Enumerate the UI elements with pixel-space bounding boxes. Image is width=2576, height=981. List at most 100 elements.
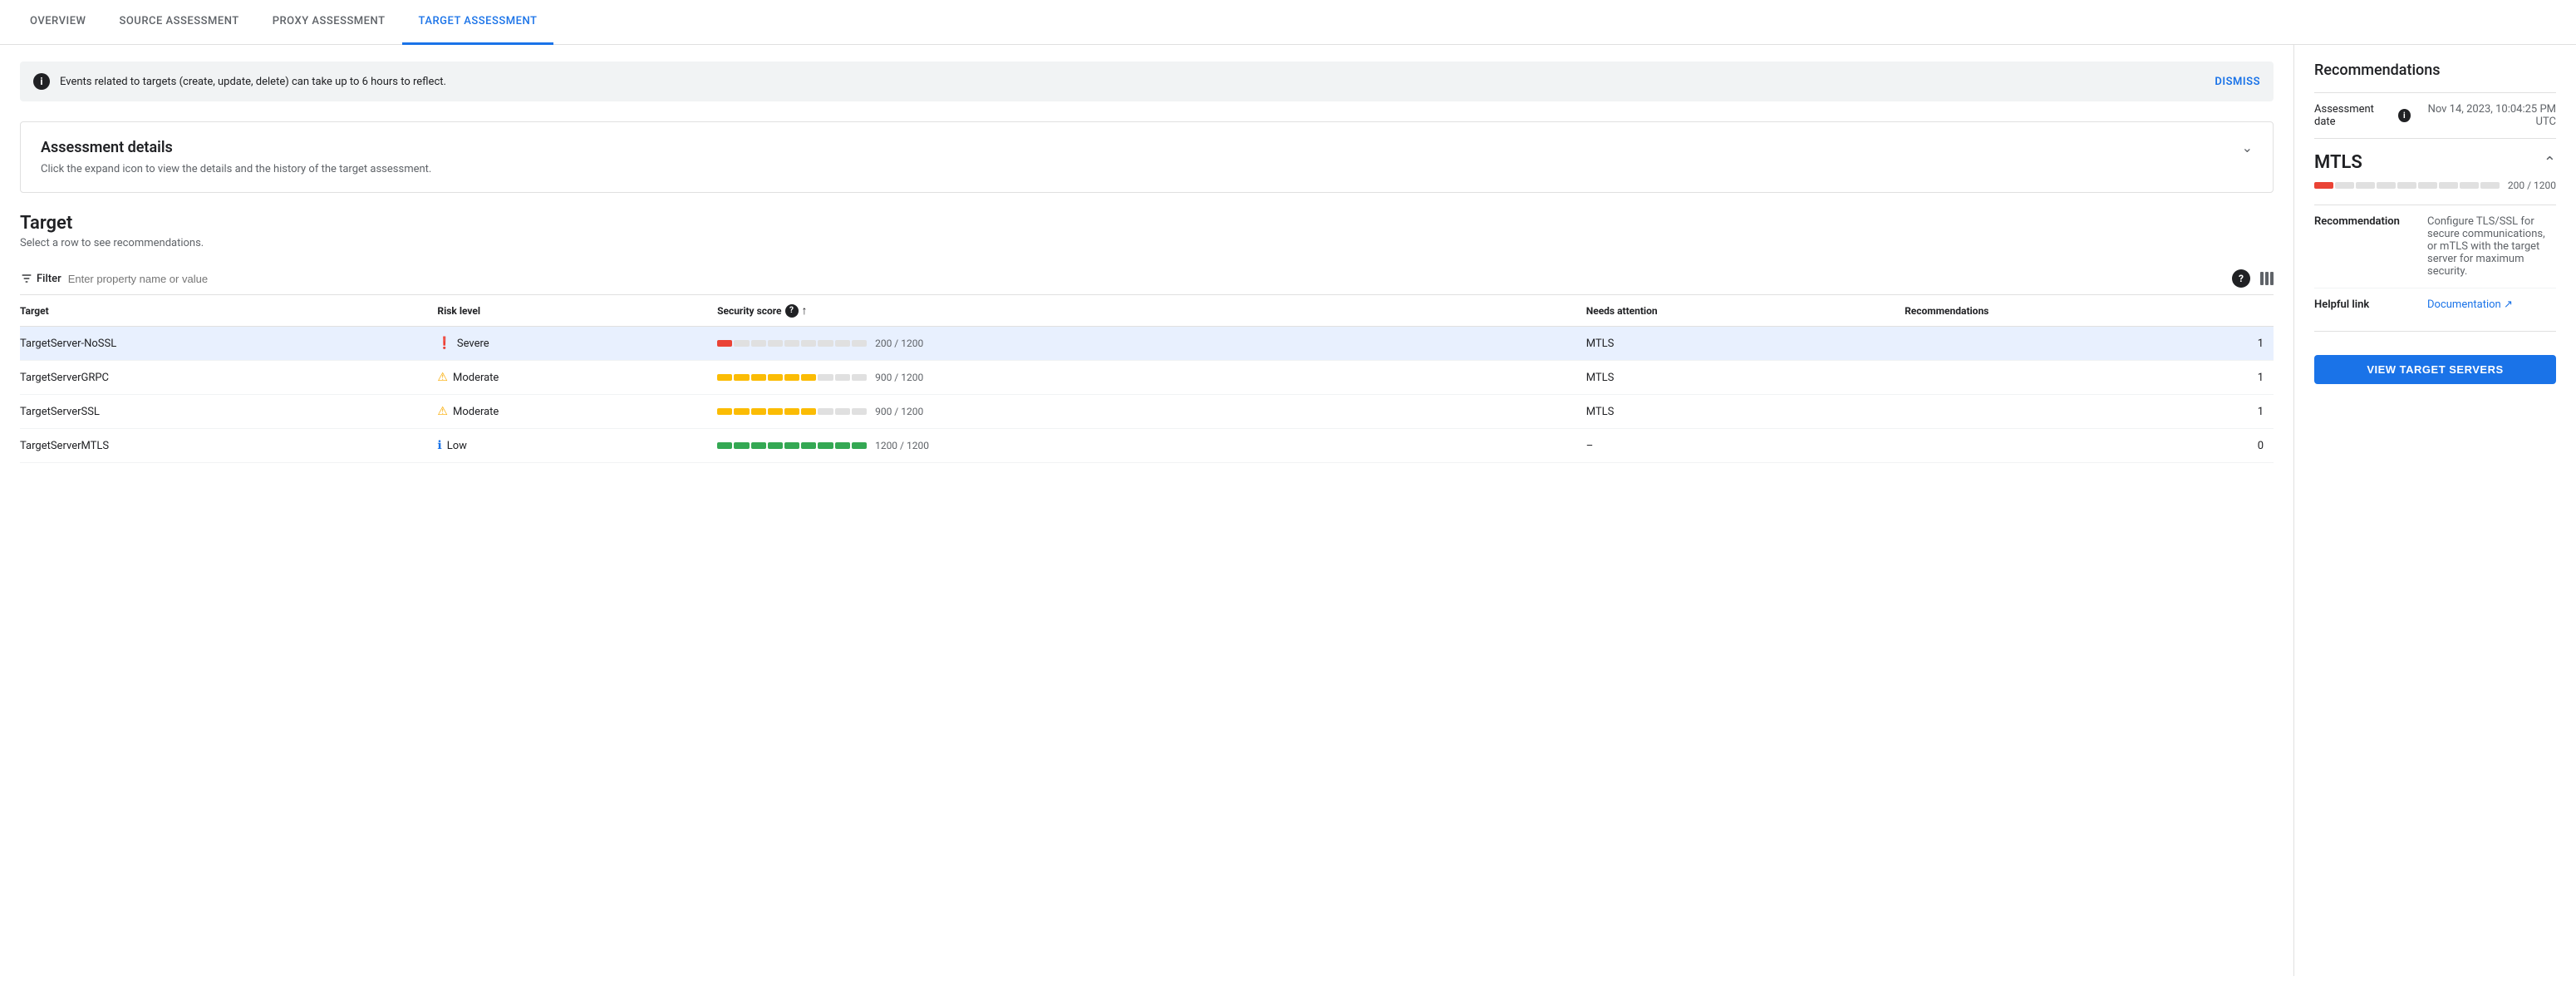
filter-icon [20,272,33,285]
score-segment [768,340,783,347]
sort-icon[interactable]: ↑ [802,303,808,318]
mtls-bar-segment [2460,182,2479,189]
mtls-bar-segment [2377,182,2396,189]
risk-icon: ❗ [437,337,451,350]
documentation-link[interactable]: Documentation ↗ [2427,298,2513,311]
cell-needs-attention: – [1586,429,1905,463]
score-segment [751,374,766,381]
mtls-bar-segment [2397,182,2416,189]
filter-right-icons: ? [2232,269,2274,288]
recommendation-value: Configure TLS/SSL for secure communicati… [2427,215,2556,278]
target-section: Target Select a row to see recommendatio… [20,213,2274,463]
risk-icon: ⚠ [437,371,448,384]
assessment-details-title: Assessment details [41,139,173,156]
cell-needs-attention: MTLS [1586,361,1905,395]
score-segment [818,340,833,347]
score-segment [768,408,783,415]
help-icon[interactable]: ? [2232,269,2250,288]
score-segment [801,408,816,415]
score-segment [717,374,732,381]
tab-target-assessment[interactable]: TARGET ASSESSMENT [402,0,554,45]
assessment-date-value: Nov 14, 2023, 10:04:25 PM UTC [2411,103,2556,128]
cell-recommendations: 1 [1905,327,2274,361]
score-segment [784,374,799,381]
table-row[interactable]: TargetServer-NoSSL ❗ Severe 200 / 1200 M… [20,327,2274,361]
risk-label: Moderate [453,372,499,384]
target-section-title: Target [20,213,2274,234]
recommendation-row: Recommendation Configure TLS/SSL for sec… [2314,215,2556,288]
col-recommendations: Recommendations [1905,295,2274,327]
score-segment [751,442,766,449]
cell-risk: ❗ Severe [437,327,717,361]
risk-icon: ⚠ [437,405,448,418]
target-section-subtitle: Select a row to see recommendations. [20,237,2274,249]
score-segment [818,374,833,381]
assessment-details-header[interactable]: Assessment details ⌄ [41,139,2253,156]
score-segment [801,374,816,381]
score-segment [717,340,732,347]
banner-text: Events related to targets (create, updat… [60,76,2205,88]
score-segment [801,340,816,347]
table-row[interactable]: TargetServerSSL ⚠ Moderate 900 / 1200 MT… [20,395,2274,429]
score-segment [717,408,732,415]
score-text: 900 / 1200 [875,372,923,383]
score-segment [784,408,799,415]
collapse-icon[interactable]: ⌃ [2544,154,2556,171]
score-segment [852,442,867,449]
cell-score: 200 / 1200 [717,327,1586,361]
score-segment [734,442,749,449]
mtls-bar-segment [2439,182,2458,189]
dismiss-button[interactable]: DISMISS [2215,76,2260,88]
risk-label: Moderate [453,406,499,418]
right-sidebar: Recommendations Assessment date i Nov 14… [2293,45,2576,976]
cell-recommendations: 1 [1905,395,2274,429]
assessment-date-help-icon[interactable]: i [2398,109,2411,122]
columns-icon[interactable] [2260,272,2274,285]
helpful-link-label: Helpful link [2314,298,2414,311]
mtls-title: MTLS [2314,152,2362,173]
cell-needs-attention: MTLS [1586,327,1905,361]
filter-label-group: Filter [20,272,61,285]
cell-needs-attention: MTLS [1586,395,1905,429]
mtls-section: MTLS ⌃ 200 / 1200 Recommendation Configu… [2314,152,2556,321]
cell-target: TargetServerGRPC [20,361,437,395]
tab-proxy-assessment[interactable]: PROXY ASSESSMENT [256,0,402,45]
score-segment [818,408,833,415]
target-table: Target Risk level Security score ? ↑ Nee… [20,295,2274,463]
cell-target: TargetServerSSL [20,395,437,429]
score-segment [784,442,799,449]
info-banner: i Events related to targets (create, upd… [20,62,2274,101]
score-segment [734,408,749,415]
score-segment [818,442,833,449]
tab-source-assessment[interactable]: SOURCE ASSESSMENT [102,0,255,45]
mtls-header: MTLS ⌃ [2314,152,2556,173]
score-segment [852,408,867,415]
assessment-details-card: Assessment details ⌄ Click the expand ic… [20,121,2274,193]
col-risk-level: Risk level [437,295,717,327]
col-needs-attention: Needs attention [1586,295,1905,327]
score-text: 1200 / 1200 [875,440,929,451]
chevron-down-icon[interactable]: ⌄ [2242,140,2253,155]
security-score-help-icon[interactable]: ? [785,304,799,318]
assessment-date-row: Assessment date i Nov 14, 2023, 10:04:25… [2314,103,2556,128]
sidebar-divider-3 [2314,331,2556,332]
score-segment [751,340,766,347]
filter-input[interactable] [68,273,2225,285]
sidebar-title: Recommendations [2314,62,2556,79]
cell-risk: ℹ Low [437,429,717,463]
mtls-score-bar: 200 / 1200 [2314,180,2556,191]
mtls-bar-segment [2314,182,2333,189]
main-layout: i Events related to targets (create, upd… [0,45,2576,976]
score-segment [768,442,783,449]
score-segment [734,374,749,381]
view-target-servers-button[interactable]: VIEW TARGET SERVERS [2314,355,2556,384]
cell-target: TargetServerMTLS [20,429,437,463]
cell-score: 900 / 1200 [717,395,1586,429]
score-text: 900 / 1200 [875,406,923,417]
tab-overview[interactable]: OVERVIEW [13,0,102,45]
mtls-bar-segment [2335,182,2354,189]
sidebar-divider-1 [2314,92,2556,93]
table-row[interactable]: TargetServerGRPC ⚠ Moderate 900 / 1200 M… [20,361,2274,395]
table-row[interactable]: TargetServerMTLS ℹ Low 1200 / 1200 – 0 [20,429,2274,463]
score-segment [801,442,816,449]
